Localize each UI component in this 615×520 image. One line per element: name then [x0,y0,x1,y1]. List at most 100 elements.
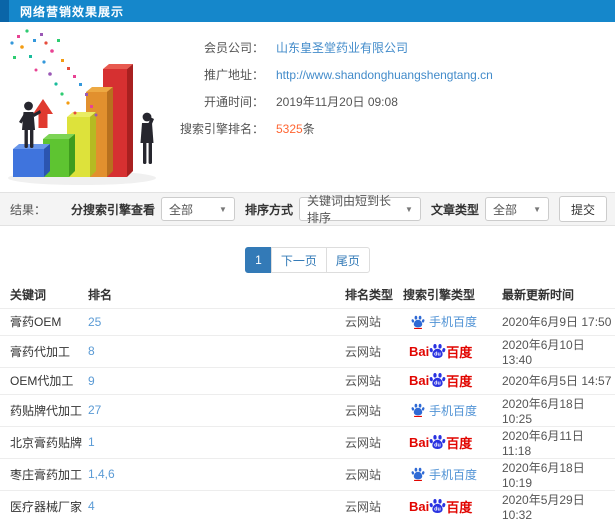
company-info-panel: 会员公司： 山东皇圣堂药业有限公司 推广地址： http://www.shand… [168,22,615,192]
svg-text:du: du [434,442,441,448]
pagination: 1 下一页 尾页 [0,247,615,273]
info-row-open-time: 开通时间： 2019年11月20日 09:08 [168,88,615,115]
engine-type-cell: 手机百度 [403,457,502,490]
chevron-down-icon: ▼ [533,204,541,214]
engine-type-cell: 手机百度 [403,393,502,426]
column-header: 排名 [88,288,113,303]
column-header: 排名类型 [345,288,394,303]
engine-filter-label: 分搜索引擎查看 [70,202,155,217]
chevron-down-icon: ▼ [405,204,413,214]
baidu-logo-icon: Bai du 百度 [409,343,473,360]
rank-cell: 27 [88,393,345,426]
filter-bar: 结果： 分搜索引擎查看 全部 ▼ 排序方式 关键词由短到长排序 ▼ 文章类型 全… [0,192,615,226]
info-row-rank-count: 搜索引擎排名： 5325条 [168,115,615,142]
rank-cell: 8 [88,334,345,367]
rank-type-cell: 云网站 [345,425,403,458]
article-type-value: 全部 [492,202,517,217]
column-header: 搜索引擎类型 [403,288,476,303]
info-row-url: 推广地址： http://www.shandonghuangshengtang.… [168,61,615,88]
rank-type-cell: 云网站 [345,457,403,490]
column-header: 关键词 [10,288,47,303]
filter-controls: 分搜索引擎查看 全部 ▼ 排序方式 关键词由短到长排序 ▼ 文章类型 全部 ▼ … [61,194,607,225]
keyword-cell: 北京膏药贴牌 [0,425,88,458]
sort-filter-value: 关键词由短到长排序 [306,194,391,225]
svg-text:du: du [434,351,441,357]
table-row: 膏药代加工 8 云网站 Bai du 百度 2020年6月10日 13:40 [0,334,615,367]
rank-cell: 4 [88,489,345,520]
keyword-cell: 膏药OEM [0,307,88,335]
updated-time-cell: 2020年5月29日 10:32 [502,489,615,520]
pagination-current-page[interactable]: 1 [245,247,272,273]
rank-cell: 1,4,6 [88,457,345,490]
engine-filter-value: 全部 [168,202,193,217]
chevron-down-icon: ▼ [219,204,227,214]
pagination-item[interactable]: 下一页 [270,247,327,273]
table-row: OEM代加工 9 云网站 Bai du 百度 2020年6月5日 14:57 [0,366,615,394]
rank-link[interactable]: 8 [88,344,95,358]
updated-time-cell: 2020年6月11日 11:18 [502,425,615,458]
mobile-baidu-icon-label: 手机百度 [403,466,502,483]
company-link[interactable]: 山东皇圣堂药业有限公司 [276,39,408,56]
rank-cell: 9 [88,366,345,394]
hero-chart-image [8,29,156,185]
submit-button[interactable]: 提交 [558,196,607,222]
svg-text:du: du [434,381,441,387]
rank-link[interactable]: 1 [88,435,95,449]
baidu-logo-icon: Bai du 百度 [409,434,473,451]
keyword-cell: 枣庄膏药加工 [0,457,88,490]
rank-link[interactable]: 27 [88,403,101,417]
rank-type-cell: 云网站 [345,489,403,520]
table-header-row: 关键词 排名 排名类型 搜索引擎类型 最新更新时间 [0,282,615,308]
rank-cell: 1 [88,425,345,458]
rank-type-cell: 云网站 [345,393,403,426]
baidu-logo-icon: Bai du 百度 [409,372,473,389]
rank-count-value: 5325 [276,122,303,136]
promo-url-link[interactable]: http://www.shandonghuangshengtang.cn [276,68,493,82]
title-bar-accent [0,0,9,22]
results-table: 关键词 排名 排名类型 搜索引擎类型 最新更新时间 膏药OEM 25 云网站 手机百度 202… [0,282,615,520]
engine-type-cell: Bai du 百度 [403,334,502,367]
open-time-label: 开通时间： [203,95,264,109]
table-row: 医疗器械厂家 4 云网站 Bai du 百度 2020年5月29日 10:32 [0,489,615,520]
svg-text:du: du [434,506,441,512]
column-header: 最新更新时间 [502,288,575,303]
engine-type-cell: Bai du 百度 [403,366,502,394]
rank-link[interactable]: 25 [88,315,101,329]
rank-count-label: 搜索引擎排名： [179,122,264,136]
keyword-cell: 药贴牌代加工 [0,393,88,426]
table-row: 药贴牌代加工 27 云网站 手机百度 2020年6月18日 10:25 [0,393,615,426]
promo-url-label: 推广地址： [203,68,264,82]
rank-link[interactable]: 1,4,6 [88,467,115,481]
baidu-logo-icon: Bai du 百度 [409,498,473,515]
info-row-company: 会员公司： 山东皇圣堂药业有限公司 [168,34,615,61]
keyword-cell: 膏药代加工 [0,334,88,367]
results-table-body: 膏药OEM 25 云网站 手机百度 2020年6月9日 17:50 膏药代加工 8 云网站 B… [0,307,615,520]
article-type-label: 文章类型 [430,202,479,217]
sort-filter-select[interactable]: 关键词由短到长排序 ▼ [298,194,421,225]
open-time-value: 2019年11月20日 09:08 [276,95,398,109]
mobile-baidu-icon-label: 手机百度 [403,402,502,419]
article-type-select[interactable]: 全部 ▼ [484,197,549,221]
rank-cell: 25 [88,307,345,335]
updated-time-cell: 2020年6月10日 13:40 [502,334,615,367]
rank-count-suffix: 条 [302,122,315,136]
engine-filter-select[interactable]: 全部 ▼ [160,197,235,221]
rank-type-cell: 云网站 [345,307,403,335]
table-row: 枣庄膏药加工 1,4,6 云网站 手机百度 2020年6月18日 10:19 [0,457,615,490]
engine-type-cell: Bai du 百度 [403,425,502,458]
mobile-baidu-icon-label: 手机百度 [403,313,502,330]
result-label: 结果： [10,202,47,217]
keyword-cell: OEM代加工 [0,366,88,394]
table-row: 北京膏药贴牌 1 云网站 Bai du 百度 2020年6月11日 11:18 [0,425,615,458]
engine-type-cell: Bai du 百度 [403,489,502,520]
pagination-item[interactable]: 尾页 [325,247,370,273]
rank-link[interactable]: 4 [88,499,95,513]
confetti-decoration [10,29,98,117]
engine-type-cell: 手机百度 [403,307,502,335]
title-bar: 网络营销效果展示 [0,0,615,22]
updated-time-cell: 2020年6月18日 10:25 [502,393,615,426]
updated-time-cell: 2020年6月18日 10:19 [502,457,615,490]
updated-time-cell: 2020年6月5日 14:57 [502,366,615,394]
rank-link[interactable]: 9 [88,374,95,388]
company-label: 会员公司： [203,41,264,55]
